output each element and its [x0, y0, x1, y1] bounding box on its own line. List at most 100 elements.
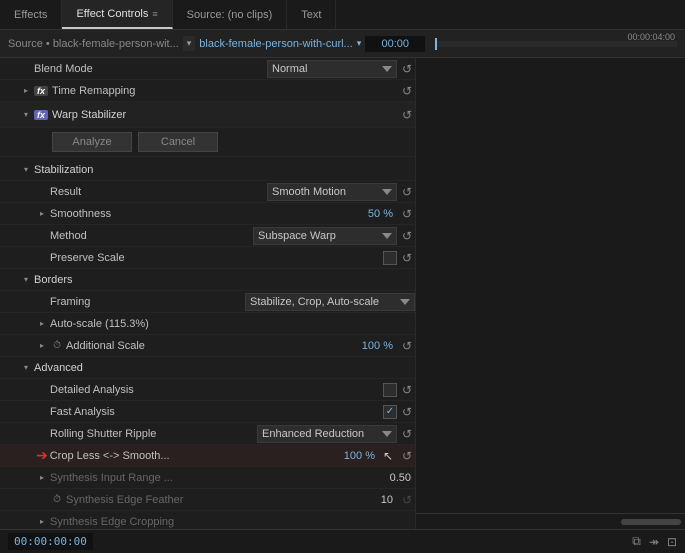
preserve-scale-reset-btn[interactable]: ↺: [399, 250, 415, 266]
method-select[interactable]: Subspace Warp Perspective Position, Scal…: [253, 227, 397, 245]
filter-icon[interactable]: ⧉: [632, 534, 641, 549]
settings-icon[interactable]: ↠: [649, 535, 659, 549]
additional-scale-label: Additional Scale: [66, 340, 353, 352]
tab-text[interactable]: Text: [287, 0, 336, 29]
timeline-empty: [416, 58, 685, 513]
fast-analysis-label: Fast Analysis: [50, 406, 383, 418]
additional-scale-stopwatch-icon[interactable]: ⏱: [50, 339, 64, 353]
fast-analysis-row: Fast Analysis ↺: [0, 401, 415, 423]
method-label: Method: [50, 230, 253, 242]
rolling-shutter-select[interactable]: Enhanced Reduction Advanced Reduction No…: [257, 425, 397, 443]
synthesis-feather-stopwatch-icon: ⏱: [50, 493, 64, 507]
detailed-analysis-reset-btn[interactable]: ↺: [399, 382, 415, 398]
fast-analysis-reset-btn[interactable]: ↺: [399, 404, 415, 420]
tab-effects[interactable]: Effects: [0, 0, 62, 29]
additional-scale-reset-btn[interactable]: ↺: [399, 338, 415, 354]
result-label: Result: [50, 186, 267, 198]
detailed-analysis-row: Detailed Analysis ↺: [0, 379, 415, 401]
framing-label: Framing: [50, 296, 245, 308]
bottom-bar: 00:00:00:00 ⧉ ↠ ⊡: [0, 529, 685, 553]
autoscale-row: Auto-scale (115.3%): [0, 313, 415, 335]
source-label: Source • black-female-person-wit...: [8, 38, 179, 50]
cancel-btn[interactable]: Cancel: [138, 132, 218, 152]
blend-mode-select[interactable]: Normal Multiply Screen: [267, 60, 397, 78]
time-remapping-label: Time Remapping: [52, 85, 397, 97]
additional-scale-arrow[interactable]: [36, 340, 48, 352]
properties-panel: Blend Mode Normal Multiply Screen ↺ fx T…: [0, 58, 415, 529]
synthesis-input-label: Synthesis Input Range ...: [50, 472, 371, 484]
synthesis-cropping-label: Synthesis Edge Cropping: [50, 516, 415, 528]
main-content: Blend Mode Normal Multiply Screen ↺ fx T…: [0, 58, 685, 529]
smoothness-value[interactable]: 50 %: [353, 208, 393, 220]
synthesis-feather-value: 10: [353, 494, 393, 506]
timecode-display[interactable]: 00:00:00:00: [8, 533, 93, 550]
source-dropdown-btn[interactable]: ▾: [183, 36, 196, 51]
result-select[interactable]: Smooth Motion No Motion: [267, 183, 397, 201]
additional-scale-value[interactable]: 100 %: [353, 340, 393, 352]
warp-stabilizer-fx-badge: fx: [34, 110, 48, 120]
smoothness-arrow[interactable]: [36, 208, 48, 220]
cursor-icon: ↖: [383, 449, 397, 463]
stabilization-label: Stabilization: [34, 164, 415, 176]
timeline-track: [415, 58, 685, 529]
preserve-scale-row: Preserve Scale ↺: [0, 247, 415, 269]
advanced-arrow[interactable]: [20, 362, 32, 374]
synthesis-cropping-arrow[interactable]: [36, 516, 48, 528]
time-remapping-fx-badge: fx: [34, 86, 48, 96]
timecode-end: 00:00:04:00: [627, 32, 675, 42]
method-reset-btn[interactable]: ↺: [399, 228, 415, 244]
warp-stabilizer-arrow[interactable]: [20, 109, 32, 121]
rolling-shutter-label: Rolling Shutter Ripple: [50, 428, 257, 440]
stabilization-section-row: Stabilization: [0, 159, 415, 181]
synthesis-cropping-row: Synthesis Edge Cropping: [0, 511, 415, 529]
red-arrow-indicator: ➔: [36, 447, 48, 464]
time-remapping-arrow[interactable]: [20, 85, 32, 97]
expand-icon[interactable]: ⊡: [667, 535, 677, 549]
preserve-scale-checkbox[interactable]: [383, 251, 397, 265]
warp-stabilizer-reset-btn[interactable]: ↺: [399, 107, 415, 123]
blend-mode-row: Blend Mode Normal Multiply Screen ↺: [0, 58, 415, 80]
synthesis-input-arrow[interactable]: [36, 472, 48, 484]
timeline-scrollbar[interactable]: [621, 519, 681, 525]
advanced-label: Advanced: [34, 362, 415, 374]
framing-row: Framing Stabilize, Crop, Auto-scale Stab…: [0, 291, 415, 313]
synthesis-input-row: Synthesis Input Range ... 0.50: [0, 467, 415, 489]
tab-bar: Effects Effect Controls ≡ Source: (no cl…: [0, 0, 685, 30]
crop-smooth-value[interactable]: 100 %: [335, 450, 375, 462]
source-clip: black-female-person-with-curl...: [199, 38, 352, 50]
synthesis-input-value: 0.50: [371, 472, 411, 484]
timecode-area: 00:00 00:00:04:00: [365, 36, 677, 52]
analyze-btn[interactable]: Analyze: [52, 132, 132, 152]
synthesis-feather-row: ⏱ Synthesis Edge Feather 10 ↺: [0, 489, 415, 511]
warp-stabilizer-row: fx Warp Stabilizer ↺: [0, 102, 415, 128]
timeline-ruler[interactable]: 00:00:04:00: [435, 41, 677, 47]
additional-scale-row: ⏱ Additional Scale 100 % ↺: [0, 335, 415, 357]
fast-analysis-checkbox[interactable]: [383, 405, 397, 419]
blend-mode-reset-btn[interactable]: ↺: [399, 61, 415, 77]
rolling-shutter-reset-btn[interactable]: ↺: [399, 426, 415, 442]
crop-smooth-label: Crop Less <-> Smooth...: [50, 450, 335, 462]
tab-source[interactable]: Source: (no clips): [173, 0, 288, 29]
crop-smooth-reset-btn[interactable]: ↺: [399, 448, 415, 464]
autoscale-arrow[interactable]: [36, 318, 48, 330]
synthesis-feather-reset-btn[interactable]: ↺: [399, 492, 415, 508]
time-remapping-row: fx Time Remapping ↺: [0, 80, 415, 102]
warp-stabilizer-label: Warp Stabilizer: [52, 109, 397, 121]
smoothness-reset-btn[interactable]: ↺: [399, 206, 415, 222]
playhead[interactable]: [435, 38, 437, 50]
detailed-analysis-checkbox[interactable]: [383, 383, 397, 397]
advanced-section-row: Advanced: [0, 357, 415, 379]
result-reset-btn[interactable]: ↺: [399, 184, 415, 200]
smoothness-row: Smoothness 50 % ↺: [0, 203, 415, 225]
autoscale-label: Auto-scale (115.3%): [50, 318, 415, 330]
blend-mode-label: Blend Mode: [34, 63, 267, 75]
borders-arrow[interactable]: [20, 274, 32, 286]
tab-effect-controls[interactable]: Effect Controls ≡: [62, 0, 172, 29]
framing-select[interactable]: Stabilize, Crop, Auto-scale Stabilize On…: [245, 293, 415, 311]
time-remapping-reset-btn[interactable]: ↺: [399, 83, 415, 99]
rolling-shutter-row: Rolling Shutter Ripple Enhanced Reductio…: [0, 423, 415, 445]
source-clip-dropdown-btn[interactable]: ▾: [357, 38, 362, 49]
stabilization-arrow[interactable]: [20, 164, 32, 176]
timecode-start[interactable]: 00:00: [365, 36, 425, 52]
result-row: Result Smooth Motion No Motion ↺: [0, 181, 415, 203]
